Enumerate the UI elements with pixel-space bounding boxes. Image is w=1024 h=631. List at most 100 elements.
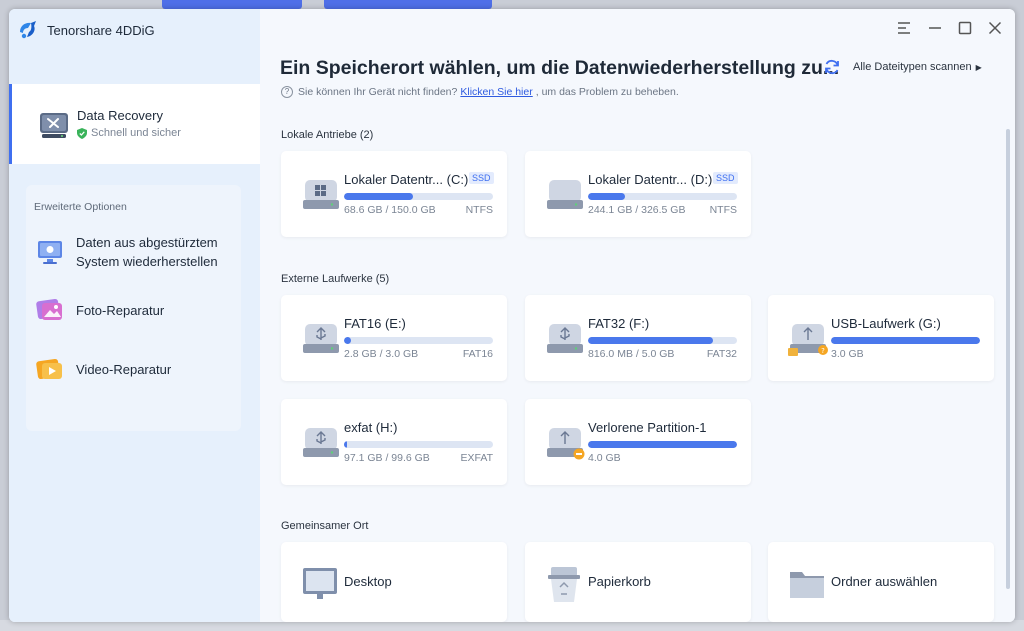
sidebar-item-label: Data Recovery xyxy=(77,108,163,123)
drive-filesystem: FAT16 xyxy=(462,348,493,360)
usage-fill xyxy=(344,441,347,448)
usage-fill xyxy=(831,337,980,344)
usage-bar xyxy=(344,441,493,448)
drive-card-d[interactable]: Lokaler Datentr... (D:) SSD 244.1 GB / 3… xyxy=(525,151,751,237)
drive-card-e[interactable]: FAT16 (E:) 2.8 GB / 3.0 GB FAT16 xyxy=(281,295,507,381)
drive-name: Verlorene Partition-1 xyxy=(588,420,707,435)
drive-card-h[interactable]: exfat (H:) 97.1 GB / 99.6 GB EXFAT xyxy=(281,399,507,485)
drive-size: 97.1 GB / 99.6 GB xyxy=(344,452,430,464)
usage-fill xyxy=(588,441,737,448)
drive-card-f[interactable]: FAT32 (F:) 816.0 MB / 5.0 GB FAT32 xyxy=(525,295,751,381)
app-window: Tenorshare 4DDiG Data Recovery Schnell u… xyxy=(9,9,1015,622)
drive-size: 68.6 GB / 150.0 GB xyxy=(344,204,436,216)
scan-all-filetypes-button[interactable]: Alle Dateitypen scannen ▶ xyxy=(853,61,982,73)
minimize-button[interactable] xyxy=(926,19,944,37)
sidebar-item-crashed-system[interactable]: Daten aus abgestürztem System wiederhers… xyxy=(34,233,218,271)
data-recovery-icon xyxy=(40,113,68,138)
menu-button[interactable] xyxy=(895,19,913,37)
close-button[interactable] xyxy=(986,19,1004,37)
drive-name: FAT16 (E:) xyxy=(344,316,406,331)
drive-card-g[interactable]: ? USB-Laufwerk (G:) 3.0 GB xyxy=(768,295,994,381)
caret-right-icon: ▶ xyxy=(975,62,982,72)
crashed-system-icon xyxy=(38,241,62,264)
drive-filesystem: EXFAT xyxy=(460,452,493,464)
sidebar: Tenorshare 4DDiG Data Recovery Schnell u… xyxy=(9,9,260,622)
drive-name: Lokaler Datentr... (D:) xyxy=(588,172,713,187)
help-link[interactable]: Klicken Sie hier xyxy=(460,86,532,98)
minimize-icon xyxy=(929,27,941,29)
recycle-bin-icon xyxy=(548,567,580,602)
maximize-button[interactable] xyxy=(956,19,974,37)
sidebar-item-video-repair[interactable]: Video-Reparatur xyxy=(34,353,171,385)
location-card-choose-folder[interactable]: Ordner auswählen xyxy=(768,542,994,622)
brand: Tenorshare 4DDiG xyxy=(17,19,155,41)
photo-repair-icon xyxy=(36,298,62,320)
location-name: Desktop xyxy=(344,574,392,589)
location-card-recycle-bin[interactable]: Papierkorb xyxy=(525,542,751,622)
drive-size: 244.1 GB / 326.5 GB xyxy=(588,204,686,216)
maximize-icon xyxy=(958,21,972,35)
usage-fill xyxy=(588,193,626,200)
usb-drive-icon xyxy=(547,324,583,353)
drive-size: 2.8 GB / 3.0 GB xyxy=(344,348,419,360)
usage-bar xyxy=(344,193,493,200)
usb-drive-icon xyxy=(303,324,339,353)
sidebar-item-data-recovery[interactable]: Data Recovery Schnell und sicher xyxy=(9,84,260,164)
advanced-options-panel: Erweiterte Optionen Daten aus abgestürzt… xyxy=(26,185,241,431)
locked-usb-drive-icon: ? xyxy=(788,324,828,356)
sidebar-item-subtitle: Schnell und sicher xyxy=(77,127,181,139)
drive-name: FAT32 (F:) xyxy=(588,316,650,331)
section-external-drives: Externe Laufwerke (5) xyxy=(281,273,390,285)
help-line: ? Sie können Ihr Gerät nicht finden? Kli… xyxy=(281,86,679,98)
drive-filesystem: NTFS xyxy=(465,204,493,216)
usage-fill xyxy=(344,193,413,200)
usage-fill xyxy=(344,337,352,344)
menu-icon xyxy=(898,22,910,34)
location-card-desktop[interactable]: Desktop xyxy=(281,542,507,622)
drive-card-lost-partition[interactable]: Verlorene Partition-1 4.0 GB xyxy=(525,399,751,485)
background-window-tab xyxy=(324,0,492,9)
drive-size: 3.0 GB xyxy=(831,348,864,360)
drive-name: USB-Laufwerk (G:) xyxy=(831,316,941,331)
usage-bar xyxy=(831,337,980,344)
usb-drive-icon xyxy=(303,428,339,457)
usage-bar xyxy=(588,441,737,448)
sidebar-item-label: Video-Reparatur xyxy=(76,361,172,377)
app-title: Tenorshare 4DDiG xyxy=(47,22,155,38)
desktop-icon xyxy=(303,568,337,599)
ssd-badge: SSD xyxy=(713,172,738,184)
folder-icon xyxy=(790,572,824,598)
drive-name: Lokaler Datentr... (C:) xyxy=(344,172,469,187)
question-icon: ? xyxy=(281,86,293,98)
usage-bar xyxy=(344,337,493,344)
usage-bar xyxy=(588,337,737,344)
sidebar-item-photo-repair[interactable]: Foto-Reparatur xyxy=(34,294,164,326)
scrollbar[interactable] xyxy=(1006,129,1010,589)
lost-partition-icon xyxy=(547,428,585,460)
app-logo-icon xyxy=(20,21,36,39)
ssd-badge: SSD xyxy=(469,172,494,184)
sidebar-item-label: Daten aus abgestürztem System wiederhers… xyxy=(76,235,218,269)
page-title: Ein Speicherort wählen, um die Datenwied… xyxy=(280,57,840,79)
main-content: Ein Speicherort wählen, um die Datenwied… xyxy=(260,9,1015,622)
hard-drive-icon xyxy=(547,180,583,209)
drive-card-c[interactable]: Lokaler Datentr... (C:) SSD 68.6 GB / 15… xyxy=(281,151,507,237)
drive-filesystem: NTFS xyxy=(709,204,737,216)
section-shared-locations: Gemeinsamer Ort xyxy=(281,520,369,532)
video-repair-icon xyxy=(36,358,62,380)
sidebar-item-label: Foto-Reparatur xyxy=(76,302,165,318)
drive-size: 4.0 GB xyxy=(588,452,621,464)
shield-check-icon xyxy=(77,127,87,139)
location-name: Papierkorb xyxy=(588,574,651,589)
background-window-tab xyxy=(162,0,302,9)
usage-bar xyxy=(588,193,737,200)
usage-fill xyxy=(588,337,714,344)
svg-text:?: ? xyxy=(821,347,825,355)
drive-size: 816.0 MB / 5.0 GB xyxy=(588,348,675,360)
drive-filesystem: FAT32 xyxy=(706,348,737,360)
location-name: Ordner auswählen xyxy=(831,574,938,589)
refresh-icon[interactable] xyxy=(823,58,841,76)
close-icon xyxy=(988,21,1002,35)
drive-name: exfat (H:) xyxy=(344,420,398,435)
advanced-options-title: Erweiterte Optionen xyxy=(34,201,127,213)
